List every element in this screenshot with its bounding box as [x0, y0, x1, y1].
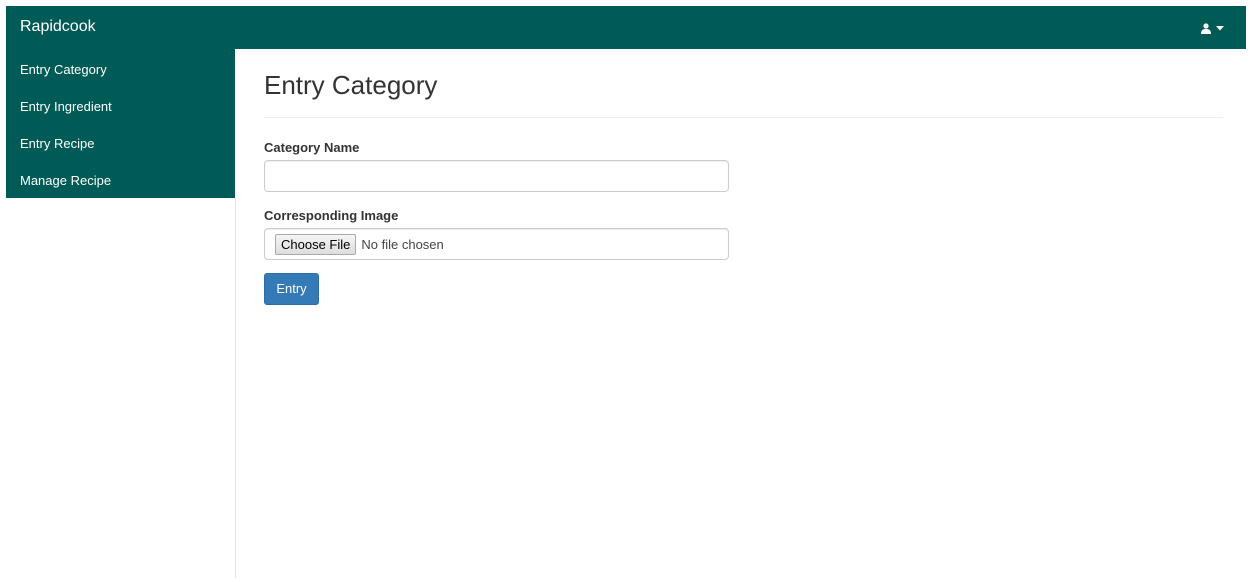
sidebar: Entry Category Entry Ingredient Entry Re…: [6, 49, 235, 198]
top-navbar: Rapidcook: [6, 6, 1246, 49]
category-name-input[interactable]: [264, 160, 729, 192]
content-divider: [235, 198, 236, 578]
page-title: Entry Category: [264, 70, 438, 100]
image-file-input[interactable]: Choose File No file chosen: [264, 228, 729, 260]
brand-link[interactable]: Rapidcook: [20, 18, 96, 36]
caret-down-icon: [1216, 25, 1224, 31]
sidebar-item-manage-recipe[interactable]: Manage Recipe: [6, 161, 235, 198]
sidebar-item-entry-recipe[interactable]: Entry Recipe: [6, 124, 235, 161]
entry-submit-button[interactable]: Entry: [264, 273, 319, 305]
corresponding-image-label: Corresponding Image: [264, 208, 399, 223]
header-divider: [264, 117, 1223, 118]
choose-file-button[interactable]: Choose File: [275, 233, 357, 255]
file-status-text: No file chosen: [361, 236, 444, 252]
user-menu-toggle[interactable]: [1201, 19, 1224, 37]
category-name-label: Category Name: [264, 140, 360, 155]
sidebar-item-entry-category[interactable]: Entry Category: [6, 49, 235, 87]
sidebar-item-entry-ingredient[interactable]: Entry Ingredient: [6, 87, 235, 124]
user-icon: [1201, 22, 1211, 34]
